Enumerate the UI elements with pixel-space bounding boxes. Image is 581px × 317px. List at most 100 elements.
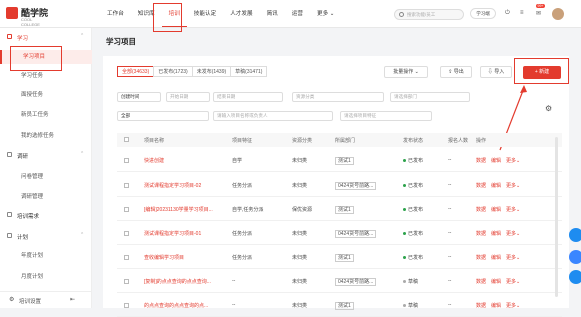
sidebar-settings[interactable]: ⚙ 培训设置 ⇤ <box>0 291 92 308</box>
col-ops: 操作 <box>476 138 487 144</box>
row-checkbox[interactable] <box>124 255 129 260</box>
edit-link[interactable]: 编辑 <box>491 183 501 189</box>
nav-highlight-box <box>153 3 182 32</box>
row-checkbox[interactable] <box>124 183 129 188</box>
nav-item-skill[interactable]: 技能认定 <box>187 0 223 28</box>
avatar[interactable] <box>552 8 564 20</box>
sidebar-item-offline[interactable]: 面授任务 <box>0 88 92 102</box>
project-name-link[interactable]: [复制]的点点查询的点点查询... <box>144 278 211 285</box>
project-type-select[interactable]: 请选择项目特征 <box>340 111 432 121</box>
status-badge: 已发布 <box>403 182 423 189</box>
project-name-link[interactable]: 测试课程指定学习项目-02 <box>144 182 201 189</box>
project-name-link[interactable]: 查收编辑学习项目 <box>144 254 184 261</box>
edit-link[interactable]: 编辑 <box>491 158 501 164</box>
export-button[interactable]: ⇪ 导出 <box>440 66 472 78</box>
edit-link[interactable]: 编辑 <box>491 255 501 261</box>
signup-count: -- <box>448 254 452 260</box>
row-checkbox[interactable] <box>124 231 129 236</box>
help-float-button[interactable] <box>569 228 581 242</box>
dept-select[interactable]: 请选择部门 <box>390 92 470 102</box>
project-name-link[interactable]: 快进创建 <box>144 157 164 164</box>
more-link[interactable]: 更多⌄ <box>506 158 520 164</box>
more-link[interactable]: 更多⌄ <box>506 183 520 189</box>
resource-select[interactable]: 资源分类 <box>292 92 384 102</box>
nav-item-news[interactable]: 简讯 <box>260 0 285 28</box>
status-dot-icon <box>403 256 406 260</box>
batch-action-button[interactable]: 批量操作 ⌄ <box>384 66 428 78</box>
table-scrollbar[interactable] <box>555 137 558 297</box>
more-link[interactable]: 更多⌄ <box>506 303 520 309</box>
nav-item-more[interactable]: 更多 ⌄ <box>310 0 341 28</box>
more-link[interactable]: 更多⌄ <box>506 231 520 237</box>
tab-published[interactable]: 已发布(1723) <box>153 66 193 77</box>
sidebar-item-demand[interactable]: 培训需求 <box>0 208 92 222</box>
row-checkbox[interactable] <box>124 303 129 308</box>
data-link[interactable]: 数据 <box>476 279 486 285</box>
notification-icon[interactable]: ✉ <box>536 10 541 17</box>
sidebar-group-plan[interactable]: 计划 ⌃ <box>0 229 92 243</box>
chevron-up-icon: ⌃ <box>80 232 85 238</box>
project-resource: 保优资源 <box>292 207 313 213</box>
edit-link[interactable]: 编辑 <box>491 303 501 309</box>
row-actions: 数据 编辑 更多⌄ <box>476 254 525 261</box>
tab-all[interactable]: 全部(34633) <box>117 66 155 77</box>
data-link[interactable]: 数据 <box>476 303 486 309</box>
sidebar-item-research[interactable]: 调研管理 <box>0 190 92 204</box>
project-search-input[interactable]: 请输入项目名称或负责人 <box>213 111 333 121</box>
data-link[interactable]: 数据 <box>476 207 486 213</box>
sidebar-item-yearly[interactable]: 年度计划 <box>0 249 92 263</box>
help-icon[interactable]: ≡ <box>520 10 524 16</box>
logo[interactable]: 酷学院 COOL COLLEGE <box>6 6 52 27</box>
project-name-link[interactable]: 测试课程指定学习项目-01 <box>144 230 201 237</box>
sidebar-item-questionnaire[interactable]: 问卷管理 <box>0 170 92 184</box>
import-button[interactable]: ⇩ 导入 <box>480 66 512 78</box>
service-float-button[interactable] <box>569 270 581 284</box>
row-divider <box>117 196 562 197</box>
more-link[interactable]: 更多⌄ <box>506 207 520 213</box>
project-name-link[interactable]: [编辑]20231130学量学习项目... <box>144 206 213 213</box>
scope-select[interactable]: 全部 <box>117 111 209 121</box>
sidebar-item-task[interactable]: 学习任务 <box>0 69 92 83</box>
bell-icon[interactable]: ⏻ <box>505 10 510 17</box>
nav-item-talent[interactable]: 人才发展 <box>223 0 259 28</box>
import-label: 导入 <box>494 69 505 75</box>
nav-item-workbench[interactable]: 工作台 <box>100 0 131 28</box>
edit-link[interactable]: 编辑 <box>491 279 501 285</box>
row-checkbox[interactable] <box>124 207 129 212</box>
gear-icon[interactable]: ⚙ <box>545 104 552 113</box>
sidebar-group-survey[interactable]: 调研 ⌃ <box>0 148 92 162</box>
data-link[interactable]: 数据 <box>476 158 486 164</box>
select-all-checkbox[interactable] <box>124 137 129 142</box>
data-link[interactable]: 数据 <box>476 231 486 237</box>
data-link[interactable]: 数据 <box>476 183 486 189</box>
sidebar-item-elective[interactable]: 我的选修任务 <box>0 129 92 143</box>
nav-item-ops[interactable]: 运营 <box>285 0 310 28</box>
tab-unpublished[interactable]: 未发布(1439) <box>191 66 232 77</box>
more-link[interactable]: 更多⌄ <box>506 255 520 261</box>
status-dot-icon <box>403 232 406 236</box>
status-text: 草稿 <box>408 303 419 309</box>
sidebar-item-newcomer[interactable]: 新员工任务 <box>0 108 92 122</box>
edit-link[interactable]: 编辑 <box>491 207 501 213</box>
time-type-select[interactable]: 创建时间 <box>117 92 161 102</box>
sidebar-item-monthly[interactable]: 月度计划 <box>0 270 92 284</box>
sidebar-group-learning[interactable]: 学习 ⌃ <box>0 30 92 44</box>
status-dot-icon <box>403 159 406 163</box>
start-date-input[interactable]: 开始日期 <box>166 92 210 102</box>
project-feature: 任务分派 <box>232 231 253 237</box>
row-checkbox[interactable] <box>124 279 129 284</box>
study-portal-button[interactable]: 学习端 <box>470 8 496 19</box>
tab-draft[interactable]: 草稿(31471) <box>230 66 268 77</box>
page-title: 学习项目 <box>106 37 136 46</box>
chat-float-button[interactable] <box>569 250 581 264</box>
data-link[interactable]: 数据 <box>476 255 486 261</box>
search-icon <box>399 12 404 17</box>
more-link[interactable]: 更多⌄ <box>506 279 520 285</box>
collapse-icon[interactable]: ⇤ <box>70 296 75 303</box>
project-resource: 未归类 <box>292 279 308 285</box>
project-feature: 任务分派 <box>232 255 253 261</box>
end-date-input[interactable]: 结束日期 <box>213 92 283 102</box>
edit-link[interactable]: 编辑 <box>491 231 501 237</box>
search-input[interactable]: 搜索功能/员工 <box>394 9 464 20</box>
row-checkbox[interactable] <box>124 158 129 163</box>
